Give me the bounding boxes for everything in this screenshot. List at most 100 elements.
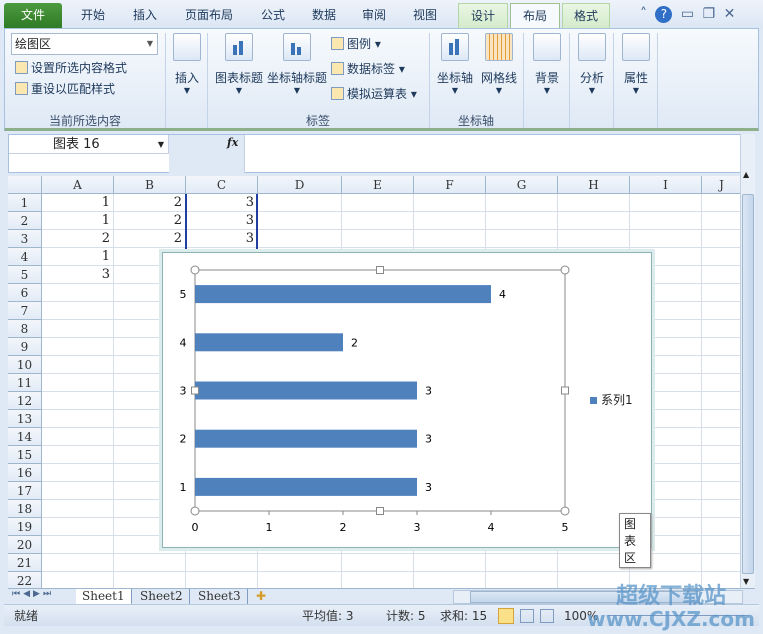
cell-A22[interactable] <box>42 572 114 588</box>
cell-J15[interactable] <box>702 446 740 464</box>
column-header-G[interactable]: G <box>486 176 558 194</box>
scroll-down-icon[interactable]: ▼ <box>743 577 749 586</box>
cell-G3[interactable] <box>486 230 558 248</box>
cell-F3[interactable] <box>414 230 486 248</box>
cell-F1[interactable] <box>414 194 486 212</box>
column-header-F[interactable]: F <box>414 176 486 194</box>
cell-A7[interactable] <box>42 302 114 320</box>
column-header-J[interactable]: J <box>702 176 740 194</box>
row-header-4[interactable]: 4 <box>8 248 42 266</box>
cell-A11[interactable] <box>42 374 114 392</box>
cell-J16[interactable] <box>702 464 740 482</box>
cell-E21[interactable] <box>342 554 414 572</box>
cell-J6[interactable] <box>702 284 740 302</box>
cell-B3[interactable]: 2 <box>114 230 186 248</box>
cell-A4[interactable]: 1 <box>42 248 114 266</box>
cell-D3[interactable] <box>258 230 342 248</box>
tab-1[interactable]: 开始 <box>66 3 120 29</box>
legend[interactable]: 系列1 <box>590 391 633 408</box>
sheet-tab-Sheet3[interactable]: Sheet3 <box>192 589 248 605</box>
cell-G1[interactable] <box>486 194 558 212</box>
minimize-ribbon-icon[interactable]: ˄ <box>640 6 647 22</box>
cell-J8[interactable] <box>702 320 740 338</box>
formula-input[interactable] <box>246 135 736 173</box>
tab-10[interactable]: 格式 <box>562 3 610 29</box>
gridlines-button[interactable]: 网格线 ▼ <box>477 33 521 95</box>
cell-B2[interactable]: 2 <box>114 212 186 230</box>
axes-button[interactable]: 坐标轴 ▼ <box>433 33 477 95</box>
cell-D22[interactable] <box>258 572 342 588</box>
cell-A14[interactable] <box>42 428 114 446</box>
cell-A20[interactable] <box>42 536 114 554</box>
insert-button[interactable]: 插入 ▼ <box>169 33 205 95</box>
help-icon[interactable]: ? <box>655 6 673 23</box>
cell-F2[interactable] <box>414 212 486 230</box>
cell-A16[interactable] <box>42 464 114 482</box>
row-header-3[interactable]: 3 <box>8 230 42 248</box>
insert-function-icon[interactable]: fx <box>227 136 238 149</box>
cell-G21[interactable] <box>486 554 558 572</box>
row-header-11[interactable]: 11 <box>8 374 42 392</box>
cell-E1[interactable] <box>342 194 414 212</box>
cell-A10[interactable] <box>42 356 114 374</box>
cell-I3[interactable] <box>630 230 702 248</box>
cell-J2[interactable] <box>702 212 740 230</box>
tab-8[interactable]: 设计 <box>458 3 508 29</box>
row-header-18[interactable]: 18 <box>8 500 42 518</box>
page-layout-view-icon[interactable] <box>520 609 534 623</box>
axis-titles-button[interactable]: 坐标轴标题 ▼ <box>265 33 329 95</box>
cell-J11[interactable] <box>702 374 740 392</box>
tab-0[interactable]: 文件 <box>4 3 62 29</box>
legend-button[interactable]: 图例 ▾ <box>331 35 381 53</box>
tab-4[interactable]: 公式 <box>250 3 296 29</box>
cell-F21[interactable] <box>414 554 486 572</box>
cell-F22[interactable] <box>414 572 486 588</box>
cell-J18[interactable] <box>702 500 740 518</box>
cell-E22[interactable] <box>342 572 414 588</box>
row-header-12[interactable]: 12 <box>8 392 42 410</box>
cell-J12[interactable] <box>702 392 740 410</box>
cell-J1[interactable] <box>702 194 740 212</box>
cell-J4[interactable] <box>702 248 740 266</box>
row-header-7[interactable]: 7 <box>8 302 42 320</box>
column-header-C[interactable]: C <box>186 176 258 194</box>
chart-title-button[interactable]: 图表标题 ▼ <box>211 33 267 95</box>
column-header-E[interactable]: E <box>342 176 414 194</box>
cell-J5[interactable] <box>702 266 740 284</box>
cell-B1[interactable]: 2 <box>114 194 186 212</box>
cell-A19[interactable] <box>42 518 114 536</box>
sheet-tab-Sheet1[interactable]: Sheet1 <box>76 589 132 605</box>
cell-A9[interactable] <box>42 338 114 356</box>
row-header-20[interactable]: 20 <box>8 536 42 554</box>
sheet-tab-Sheet2[interactable]: Sheet2 <box>134 589 190 605</box>
row-header-13[interactable]: 13 <box>8 410 42 428</box>
tab-2[interactable]: 插入 <box>122 3 168 29</box>
scroll-up-icon[interactable]: ▲ <box>743 170 749 179</box>
cell-G2[interactable] <box>486 212 558 230</box>
cell-G22[interactable] <box>486 572 558 588</box>
cell-E3[interactable] <box>342 230 414 248</box>
row-header-15[interactable]: 15 <box>8 446 42 464</box>
cell-C22[interactable] <box>186 572 258 588</box>
close-icon[interactable]: ✕ <box>724 6 736 22</box>
insert-sheet-icon[interactable]: ✚ <box>250 589 272 605</box>
page-break-view-icon[interactable] <box>540 609 554 623</box>
cell-H3[interactable] <box>558 230 630 248</box>
cell-A1[interactable]: 1 <box>42 194 114 212</box>
properties-button[interactable]: 属性 ▼ <box>615 33 657 95</box>
row-header-21[interactable]: 21 <box>8 554 42 572</box>
normal-view-icon[interactable] <box>498 608 514 624</box>
cell-E2[interactable] <box>342 212 414 230</box>
cell-I2[interactable] <box>630 212 702 230</box>
row-header-22[interactable]: 22 <box>8 572 42 588</box>
row-header-5[interactable]: 5 <box>8 266 42 284</box>
row-header-10[interactable]: 10 <box>8 356 42 374</box>
cell-A8[interactable] <box>42 320 114 338</box>
cell-I1[interactable] <box>630 194 702 212</box>
selection-dropdown[interactable]: 绘图区 ▼ <box>11 33 158 55</box>
row-header-17[interactable]: 17 <box>8 482 42 500</box>
data-table-button[interactable]: 模拟运算表 ▾ <box>331 85 417 103</box>
tab-5[interactable]: 数据 <box>300 3 348 29</box>
cell-J17[interactable] <box>702 482 740 500</box>
cell-A5[interactable]: 3 <box>42 266 114 284</box>
